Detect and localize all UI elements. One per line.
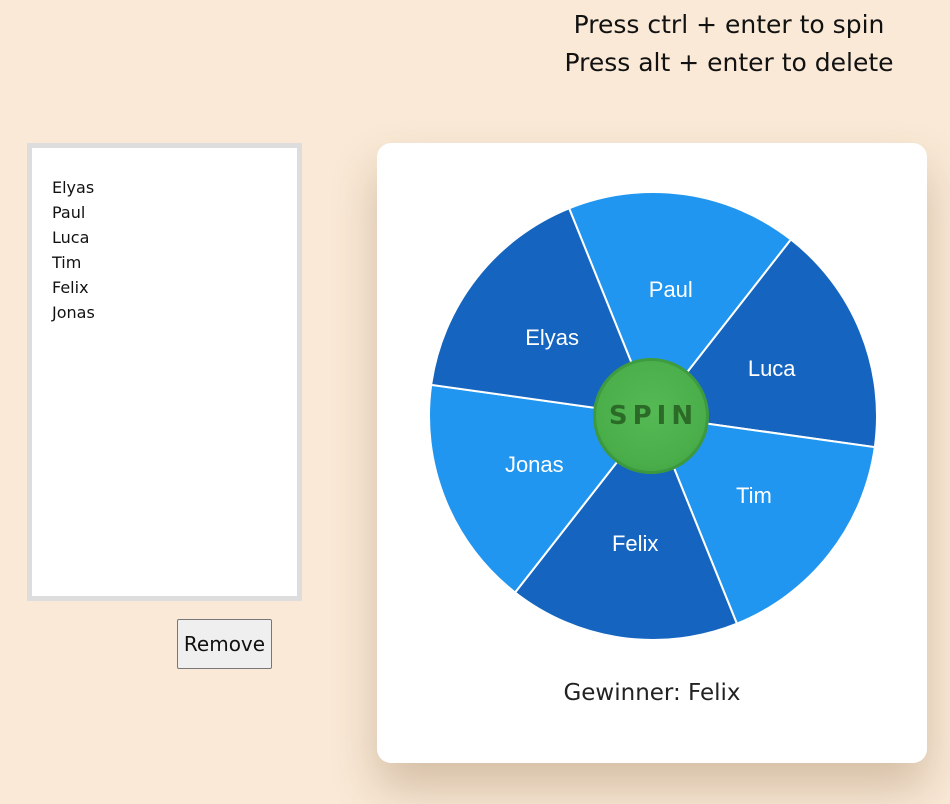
wheel-segment-label: Jonas bbox=[505, 452, 564, 477]
wheel-segment-label: Paul bbox=[649, 277, 693, 302]
wheel-segment-label: Tim bbox=[736, 483, 772, 508]
names-list: Elyas Paul Luca Tim Felix Jonas bbox=[52, 175, 95, 325]
name-line: Paul bbox=[52, 203, 86, 222]
remove-button[interactable]: Remove bbox=[177, 619, 272, 669]
wheel-segment-label: Elyas bbox=[525, 325, 579, 350]
names-textarea[interactable]: Elyas Paul Luca Tim Felix Jonas bbox=[27, 143, 302, 601]
wheel-segment-label: Felix bbox=[612, 531, 658, 556]
spin-button[interactable]: SPIN bbox=[593, 358, 709, 474]
spin-shortcut-hint: Press ctrl + enter to spin bbox=[573, 10, 885, 39]
delete-shortcut-hint: Press alt + enter to delete bbox=[564, 48, 894, 77]
name-line: Luca bbox=[52, 228, 90, 247]
name-line: Jonas bbox=[52, 303, 95, 322]
name-line: Elyas bbox=[52, 178, 95, 197]
name-line: Felix bbox=[52, 278, 89, 297]
wheel-segment-label: Luca bbox=[748, 356, 796, 381]
name-line: Tim bbox=[52, 253, 82, 272]
winner-text: Gewinner: Felix bbox=[563, 680, 741, 706]
